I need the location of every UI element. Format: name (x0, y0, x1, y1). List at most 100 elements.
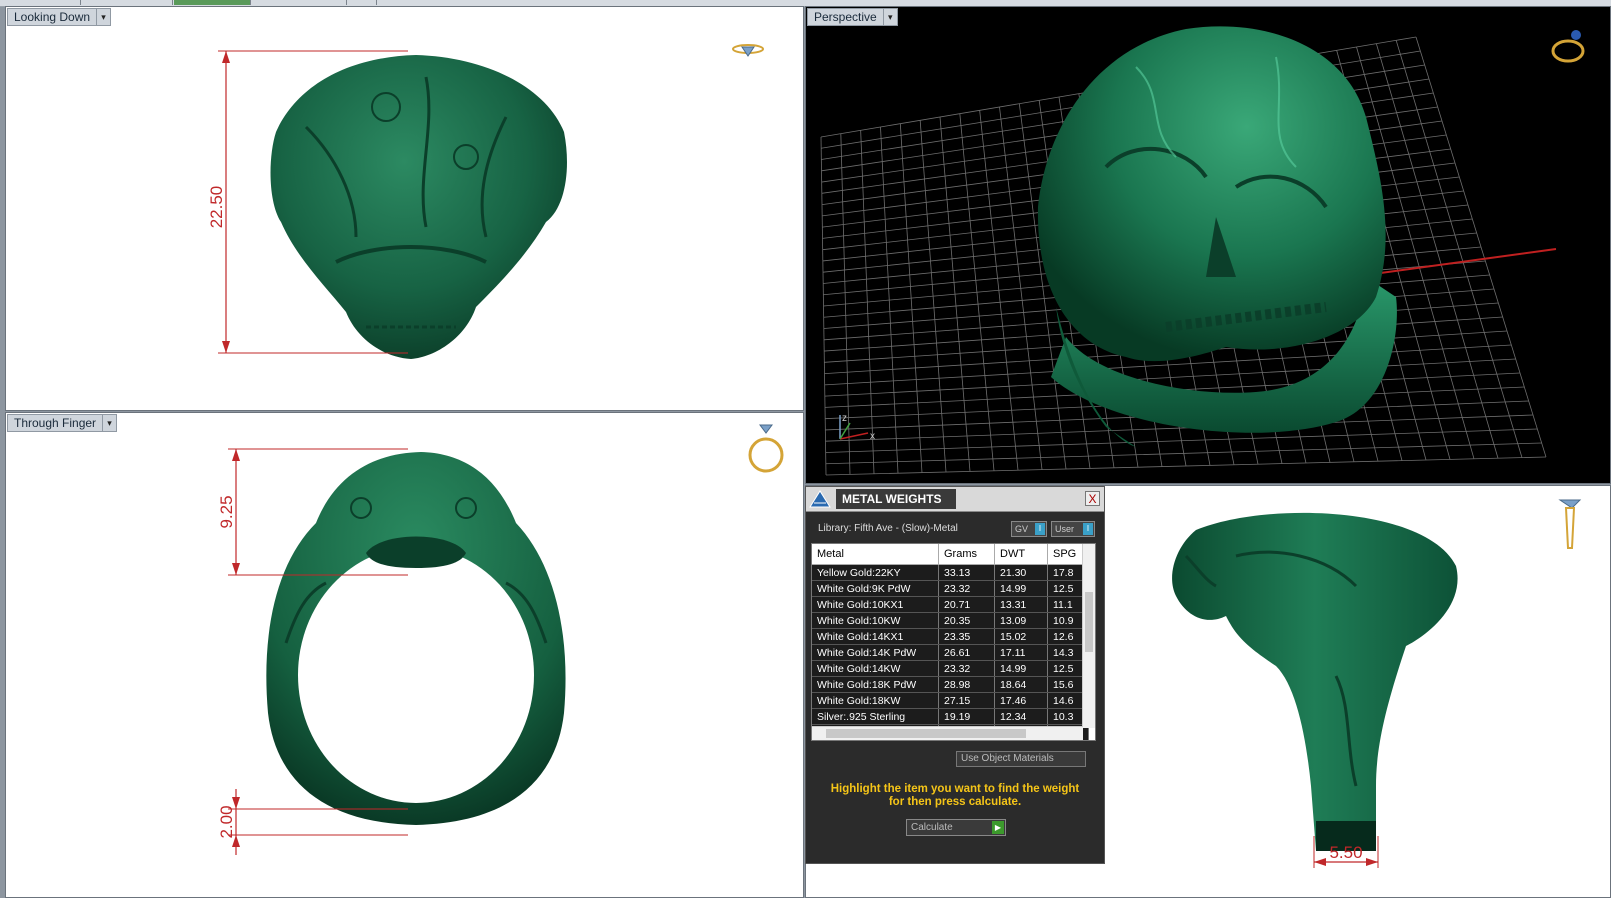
column-header-dwt[interactable]: DWT (994, 544, 1048, 565)
viewport-title-bar[interactable]: Perspective ▾ (807, 8, 898, 26)
axis-x-label: x (870, 431, 875, 442)
table-cell: White Gold:14K PdW (812, 644, 939, 661)
table-cell: 19.19 (938, 708, 995, 725)
axis-z-label: z (842, 413, 847, 424)
grid-line (825, 456, 1547, 476)
table-cell: White Gold:10KX1 (812, 596, 939, 613)
metal-weights-header[interactable]: METAL WEIGHTS X (806, 487, 1104, 512)
table-row[interactable]: White Gold:14KW 23.32 14.99 12.5 (812, 660, 1089, 677)
viewport-looking-down[interactable]: Looking Down ▾ 22.50 (5, 6, 804, 411)
chevron-down-icon[interactable]: ▾ (882, 8, 898, 26)
library-label: Library: Fifth Ave - (Slow)-Metal (818, 523, 958, 534)
skull-top-view (270, 55, 567, 359)
table-row[interactable]: White Gold:9K PdW 23.32 14.99 12.5 (812, 580, 1089, 597)
grid-line (1395, 40, 1523, 458)
toggle-indicator-icon: I (1083, 523, 1093, 535)
table-cell: White Gold:14KW (812, 660, 939, 677)
ring-diamond-icon (748, 424, 784, 473)
table-cell: 14.99 (994, 580, 1048, 597)
toggle-indicator-icon: I (1035, 523, 1045, 535)
x-axis-line (1365, 248, 1557, 276)
table-cell: White Gold:18K PdW (812, 676, 939, 693)
through-finger-canvas: 9.25 2.00 (217, 424, 784, 855)
ring-side-view (1172, 512, 1458, 851)
viewport-through-finger[interactable]: Through Finger ▾ 9.25 2.00 (5, 412, 804, 898)
metal-weights-table[interactable]: Metal Grams DWT SPG Yellow Gold:22KY 33.1… (811, 543, 1096, 741)
table-cell: 17.11 (994, 644, 1048, 661)
table-cell: White Gold:10KW (812, 612, 939, 629)
table-cell: Yellow Gold:22KY (812, 564, 939, 581)
grid-line (825, 442, 1542, 465)
table-header-row: Metal Grams DWT SPG (812, 544, 1089, 565)
table-row[interactable]: White Gold:10KX1 20.71 13.31 11.1 (812, 596, 1089, 613)
viewport-title[interactable]: Through Finger (7, 414, 103, 432)
viewport-title[interactable]: Looking Down (7, 8, 97, 26)
grid-line (1415, 36, 1547, 458)
hint-line: for then press calculate. (888, 796, 1022, 808)
table-cell: 15.02 (994, 628, 1048, 645)
dimension-label: 22.50 (207, 186, 226, 229)
chevron-down-icon[interactable]: ▾ (96, 8, 112, 26)
matrix-logo-icon (809, 490, 831, 508)
horizontal-scrollbar[interactable] (812, 726, 1083, 740)
table-row[interactable]: White Gold:10KW 20.35 13.09 10.9 (812, 612, 1089, 629)
table-cell: 23.32 (938, 660, 995, 677)
chevron-down-icon[interactable]: ▾ (102, 414, 118, 432)
tab-segment[interactable] (82, 0, 173, 5)
calculate-button[interactable]: Calculate ▶ (906, 819, 1006, 836)
table-cell: 13.31 (994, 596, 1048, 613)
tab-segment[interactable] (0, 0, 81, 5)
table-cell: 27.15 (938, 692, 995, 709)
gv-toggle-label: GV (1015, 524, 1029, 534)
dimension-label: 5.50 (1329, 843, 1362, 862)
table-cell: White Gold:14KX1 (812, 628, 939, 645)
table-cell: 18.64 (994, 676, 1048, 693)
viewport-title[interactable]: Perspective (807, 8, 883, 26)
table-row[interactable]: White Gold:18KW 27.15 17.46 14.6 (812, 692, 1089, 709)
gv-toggle[interactable]: GV I (1011, 521, 1047, 537)
table-row[interactable]: White Gold:14KX1 23.35 15.02 12.6 (812, 628, 1089, 645)
skull-ring-perspective (1037, 26, 1397, 447)
dimension-label-top: 9.25 (217, 495, 236, 528)
column-header-grams[interactable]: Grams (938, 544, 995, 565)
hint-line: Highlight the item you want to find the … (830, 783, 1080, 795)
table-cell: 28.98 (938, 676, 995, 693)
calculate-label: Calculate (911, 822, 953, 833)
tab-segment-active[interactable] (174, 0, 251, 5)
vertical-scrollbar[interactable] (1082, 544, 1095, 728)
table-cell: White Gold:9K PdW (812, 580, 939, 597)
looking-down-canvas: 22.50 (207, 44, 764, 359)
table-cell: 20.35 (938, 612, 995, 629)
ring-diamond-icon (1551, 30, 1585, 63)
hint-text: Highlight the item you want to find the … (806, 783, 1104, 809)
grid-line (825, 428, 1538, 453)
metal-weights-title: METAL WEIGHTS (836, 489, 956, 509)
table-cell: 21.30 (994, 564, 1048, 581)
table-cell: 17.46 (994, 692, 1048, 709)
scrollbar-thumb[interactable] (826, 729, 1026, 738)
dimension-label-bottom: 2.00 (217, 805, 236, 838)
tab-segment[interactable] (252, 0, 347, 5)
table-row[interactable]: Silver:.925 Sterling 19.19 12.34 10.3 (812, 708, 1089, 725)
table-row[interactable]: White Gold:14K PdW 26.61 17.11 14.3 (812, 644, 1089, 661)
column-header-metal[interactable]: Metal (812, 544, 939, 565)
scrollbar-thumb[interactable] (1085, 592, 1093, 652)
user-toggle[interactable]: User I (1051, 521, 1095, 537)
table-cell: White Gold:18KW (812, 692, 939, 709)
perspective-canvas: z x (820, 26, 1585, 476)
viewport-title-bar[interactable]: Through Finger ▾ (7, 414, 118, 432)
metal-weights-panel: METAL WEIGHTS X Library: Fifth Ave - (Sl… (805, 486, 1105, 864)
table-cell: 23.35 (938, 628, 995, 645)
viewport-perspective[interactable]: Perspective ▾ z x (805, 6, 1611, 484)
user-toggle-label: User (1055, 524, 1075, 534)
close-button[interactable]: X (1085, 491, 1100, 506)
table-cell: 23.32 (938, 580, 995, 597)
table-row[interactable]: White Gold:18K PdW 28.98 18.64 15.6 (812, 676, 1089, 693)
play-icon: ▶ (992, 821, 1004, 834)
table-row[interactable]: Yellow Gold:22KY 33.13 21.30 17.8 (812, 564, 1089, 581)
use-object-materials-field[interactable]: Use Object Materials (956, 751, 1086, 767)
tab-segment[interactable] (348, 0, 377, 5)
table-cell: 26.61 (938, 644, 995, 661)
ring-profile-icon (1558, 499, 1582, 549)
viewport-title-bar[interactable]: Looking Down ▾ (7, 8, 112, 26)
